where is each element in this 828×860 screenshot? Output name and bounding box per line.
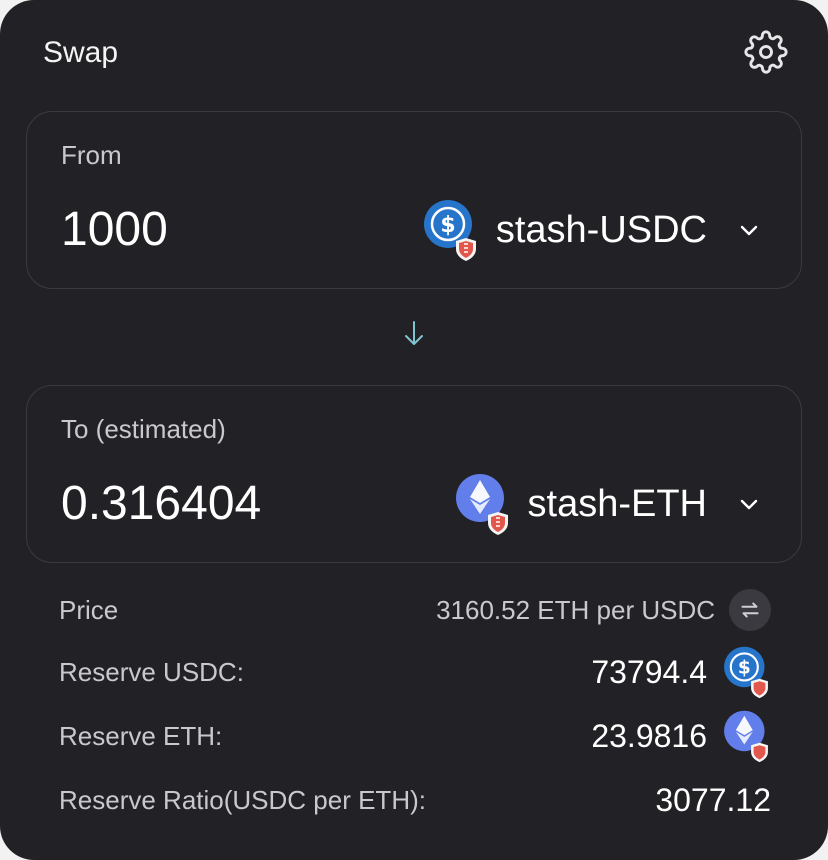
shield-badge-icon [455,238,476,261]
reserve-ratio-row: Reserve Ratio(USDC per ETH): 3077.12 [59,778,771,822]
from-token-name: stash-USDC [495,209,707,251]
reserve-ratio-value: 3077.12 [655,782,771,818]
invert-price-button[interactable] [729,589,771,631]
arrow-down-icon [405,321,423,345]
swap-card: Swap From $ stash-USDC [0,0,828,860]
to-amount-input[interactable] [61,474,391,534]
usdc-coin-icon: $ [721,645,771,699]
reserve-eth-row: Reserve ETH: 23.9816 [59,710,771,763]
settings-gear-icon[interactable] [744,30,788,74]
page-title: Swap [43,36,119,69]
to-token-selector[interactable]: stash-ETH [454,472,761,536]
reserve-ratio-label: Reserve Ratio(USDC per ETH): [59,785,426,815]
to-token-name: stash-ETH [527,483,707,525]
price-value: 3160.52 ETH per USDC [436,595,715,625]
chevron-down-icon [740,225,758,236]
shield-badge-icon [487,512,508,535]
chevron-down-icon [740,499,758,510]
usdc-coin-icon: $ [422,198,478,262]
reserve-usdc-label: Reserve USDC: [59,657,244,687]
price-row: Price 3160.52 ETH per USDC [59,588,771,632]
to-label: To (estimated) [61,414,226,444]
reserve-eth-value: 23.9816 [591,718,707,754]
reserve-eth-label: Reserve ETH: [59,721,223,751]
svg-text:$: $ [738,658,751,679]
eth-coin-icon [721,709,771,763]
from-amount-input[interactable] [61,200,391,260]
from-label: From [61,140,122,170]
from-token-selector[interactable]: $ stash-USDC [422,198,761,262]
reserve-usdc-value: 73794.4 [591,654,707,690]
eth-coin-icon [454,472,510,536]
swap-arrows-icon [741,602,759,618]
from-panel: From $ stash-USDC [26,111,802,289]
to-panel: To (estimated) stash-ETH [26,385,802,563]
reserve-usdc-row: Reserve USDC: 73794.4 $ [59,646,771,699]
svg-text:$: $ [440,213,455,238]
price-label: Price [59,595,119,625]
